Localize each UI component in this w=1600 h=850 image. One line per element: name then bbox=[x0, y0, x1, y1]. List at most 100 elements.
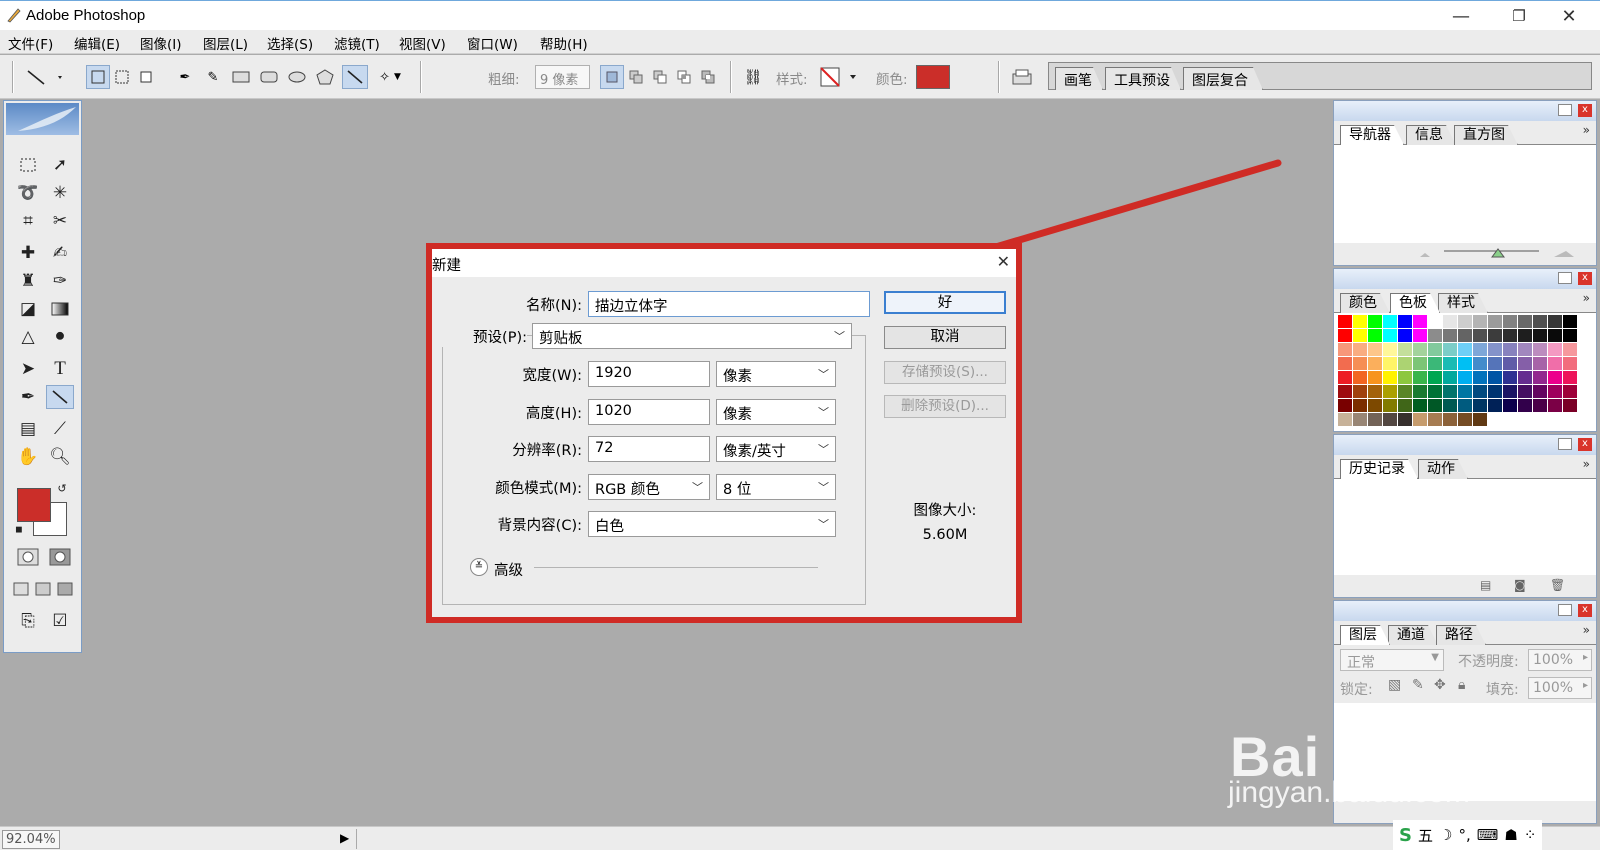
menu-help[interactable]: 帮助(H) bbox=[540, 33, 588, 53]
tab-layers[interactable]: 图层 bbox=[1340, 625, 1390, 645]
freeform-pen-option[interactable]: ✎ bbox=[200, 65, 226, 89]
well-tab-layer-comps[interactable]: 图层复合 bbox=[1183, 67, 1263, 90]
swatch[interactable] bbox=[1488, 399, 1503, 413]
swatch[interactable] bbox=[1503, 329, 1518, 343]
panel-menu-icon[interactable]: » bbox=[1583, 457, 1590, 471]
swatch[interactable] bbox=[1533, 385, 1548, 399]
swatch[interactable] bbox=[1383, 343, 1398, 357]
jump-to-imageready-button[interactable]: ⎘ bbox=[14, 609, 42, 633]
zoom-slider[interactable] bbox=[1334, 243, 1596, 265]
swatch[interactable] bbox=[1503, 385, 1518, 399]
swatch[interactable] bbox=[1383, 399, 1398, 413]
swatch[interactable] bbox=[1473, 385, 1488, 399]
swatch[interactable] bbox=[1563, 399, 1578, 413]
swatch[interactable] bbox=[1368, 329, 1383, 343]
new-shape-layer-button[interactable] bbox=[600, 65, 624, 89]
width-unit-select[interactable]: 像素 ﹀ bbox=[716, 361, 836, 387]
swatch[interactable] bbox=[1383, 357, 1398, 371]
screen-mode-full[interactable] bbox=[54, 577, 76, 601]
gradient-tool[interactable] bbox=[46, 297, 74, 321]
pen-tool-option[interactable]: ✒ bbox=[172, 65, 198, 89]
swatch[interactable] bbox=[1548, 413, 1563, 427]
swatch[interactable] bbox=[1338, 385, 1353, 399]
swatch[interactable] bbox=[1548, 315, 1563, 329]
swatch[interactable] bbox=[1488, 371, 1503, 385]
resolution-unit-select[interactable]: 像素/英寸 ﹀ bbox=[716, 436, 836, 462]
swatch[interactable] bbox=[1518, 343, 1533, 357]
color-swatch-button[interactable] bbox=[916, 65, 950, 89]
tab-channels[interactable]: 通道 bbox=[1388, 625, 1438, 645]
swatch[interactable] bbox=[1548, 343, 1563, 357]
tab-swatches[interactable]: 色板 bbox=[1390, 293, 1440, 313]
swatch[interactable] bbox=[1353, 357, 1368, 371]
link-style-button[interactable]: ⛓ bbox=[742, 65, 764, 89]
rectangle-option[interactable] bbox=[228, 65, 254, 89]
crop-tool[interactable]: ⌗ bbox=[14, 209, 42, 233]
intersect-shape-button[interactable] bbox=[672, 65, 696, 89]
quick-mask-button[interactable] bbox=[46, 545, 74, 569]
clone-stamp-tool[interactable]: ♜ bbox=[14, 269, 42, 293]
weight-field[interactable]: 9 像素 bbox=[535, 65, 590, 89]
swatch[interactable] bbox=[1413, 357, 1428, 371]
swatch[interactable] bbox=[1338, 343, 1353, 357]
swatch[interactable] bbox=[1398, 343, 1413, 357]
width-input[interactable]: 1920 bbox=[588, 361, 710, 387]
panel-close-button[interactable]: x bbox=[1578, 272, 1592, 285]
swatch[interactable] bbox=[1458, 413, 1473, 427]
swatch[interactable] bbox=[1488, 343, 1503, 357]
swatch[interactable] bbox=[1443, 343, 1458, 357]
swatch[interactable] bbox=[1353, 315, 1368, 329]
tool-preset-picker[interactable] bbox=[24, 65, 68, 89]
type-tool[interactable]: T bbox=[46, 357, 74, 381]
well-tab-tool-presets[interactable]: 工具预设 bbox=[1105, 67, 1181, 90]
swatch-grid[interactable] bbox=[1338, 315, 1578, 427]
sogou-ime-icon[interactable]: S bbox=[1399, 825, 1412, 846]
swatch[interactable] bbox=[1458, 357, 1473, 371]
new-document-icon[interactable]: ▤ bbox=[1480, 578, 1491, 592]
healing-brush-tool[interactable]: ✚ bbox=[14, 241, 42, 265]
swatch[interactable] bbox=[1443, 329, 1458, 343]
swatch[interactable] bbox=[1353, 329, 1368, 343]
swatch[interactable] bbox=[1548, 357, 1563, 371]
preset-select[interactable]: 剪贴板 ﹀ bbox=[532, 323, 852, 349]
swatch[interactable] bbox=[1413, 413, 1428, 427]
swatch[interactable] bbox=[1518, 371, 1533, 385]
swatch[interactable] bbox=[1518, 385, 1533, 399]
swatch[interactable] bbox=[1428, 329, 1443, 343]
moon-icon[interactable]: ☽ bbox=[1439, 826, 1452, 844]
exclude-shape-button[interactable] bbox=[696, 65, 720, 89]
zoom-level-field[interactable]: 92.04% bbox=[2, 830, 60, 849]
swatch[interactable] bbox=[1488, 315, 1503, 329]
swatch[interactable] bbox=[1428, 399, 1443, 413]
add-to-shape-button[interactable] bbox=[624, 65, 648, 89]
zoom-tool[interactable]: 🔍︎ bbox=[46, 445, 74, 469]
background-contents-select[interactable]: 白色 ﹀ bbox=[588, 511, 836, 537]
swatch[interactable] bbox=[1338, 315, 1353, 329]
swatch[interactable] bbox=[1533, 413, 1548, 427]
swatch[interactable] bbox=[1503, 357, 1518, 371]
swatch[interactable] bbox=[1518, 357, 1533, 371]
minimize-button[interactable]: — bbox=[1432, 1, 1490, 31]
save-preset-button[interactable]: 存储预设(S)... bbox=[884, 361, 1006, 384]
swatch[interactable] bbox=[1503, 399, 1518, 413]
lasso-tool[interactable]: ➰ bbox=[14, 181, 42, 205]
menu-filter[interactable]: 滤镜(T) bbox=[334, 33, 380, 53]
swatch[interactable] bbox=[1428, 343, 1443, 357]
menu-edit[interactable]: 编辑(E) bbox=[74, 33, 120, 53]
swatch[interactable] bbox=[1338, 371, 1353, 385]
lock-transparency-icon[interactable]: ▧ bbox=[1388, 677, 1401, 693]
well-tab-brushes[interactable]: 画笔 bbox=[1055, 67, 1103, 90]
swatch[interactable] bbox=[1518, 413, 1533, 427]
swatch[interactable] bbox=[1413, 315, 1428, 329]
swatch[interactable] bbox=[1398, 315, 1413, 329]
panel-menu-icon[interactable]: » bbox=[1583, 623, 1590, 637]
swatch[interactable] bbox=[1368, 413, 1383, 427]
color-mode-select[interactable]: RGB 颜色 ﹀ bbox=[588, 474, 710, 500]
blur-tool[interactable]: △ bbox=[14, 325, 42, 349]
swatch[interactable] bbox=[1353, 371, 1368, 385]
panel-minimize-button[interactable] bbox=[1558, 272, 1572, 284]
swatch[interactable] bbox=[1548, 399, 1563, 413]
swatch[interactable] bbox=[1503, 371, 1518, 385]
swatch[interactable] bbox=[1563, 343, 1578, 357]
fill-pixels-button[interactable] bbox=[134, 65, 158, 89]
